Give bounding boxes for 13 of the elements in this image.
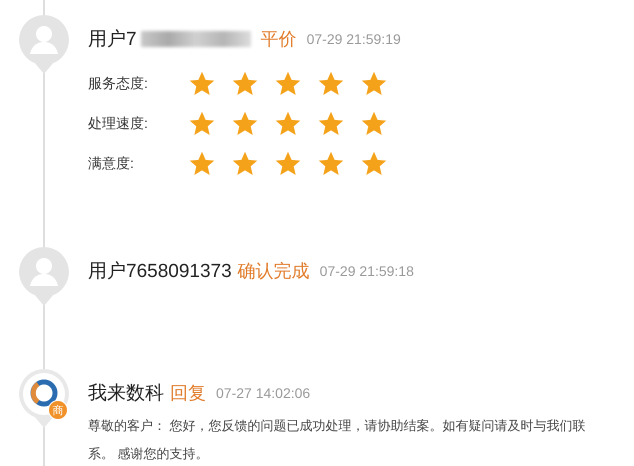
- action-label: 平价: [260, 28, 297, 51]
- timestamp: 07-27 14:02:06: [216, 385, 310, 401]
- user-name: 用户7: [88, 28, 137, 52]
- action-label: 确认完成: [238, 260, 310, 283]
- timestamp: 07-29 21:59:19: [306, 31, 401, 47]
- user-name: 我来数科: [88, 382, 164, 406]
- timestamp: 07-29 21:59:18: [320, 263, 414, 279]
- reply-message: 尊敬的客户： 您好，您反馈的问题已成功处理，请协助结案。如有疑问请及时与我们联系。 感谢您的支持。: [88, 417, 587, 463]
- user-name: 用户7658091373: [88, 260, 232, 284]
- rating-label: 处理速度:: [88, 115, 149, 133]
- rating-label: 满意度:: [88, 155, 135, 173]
- rating-label: 服务态度:: [88, 75, 149, 93]
- action-label: 回复: [170, 382, 206, 405]
